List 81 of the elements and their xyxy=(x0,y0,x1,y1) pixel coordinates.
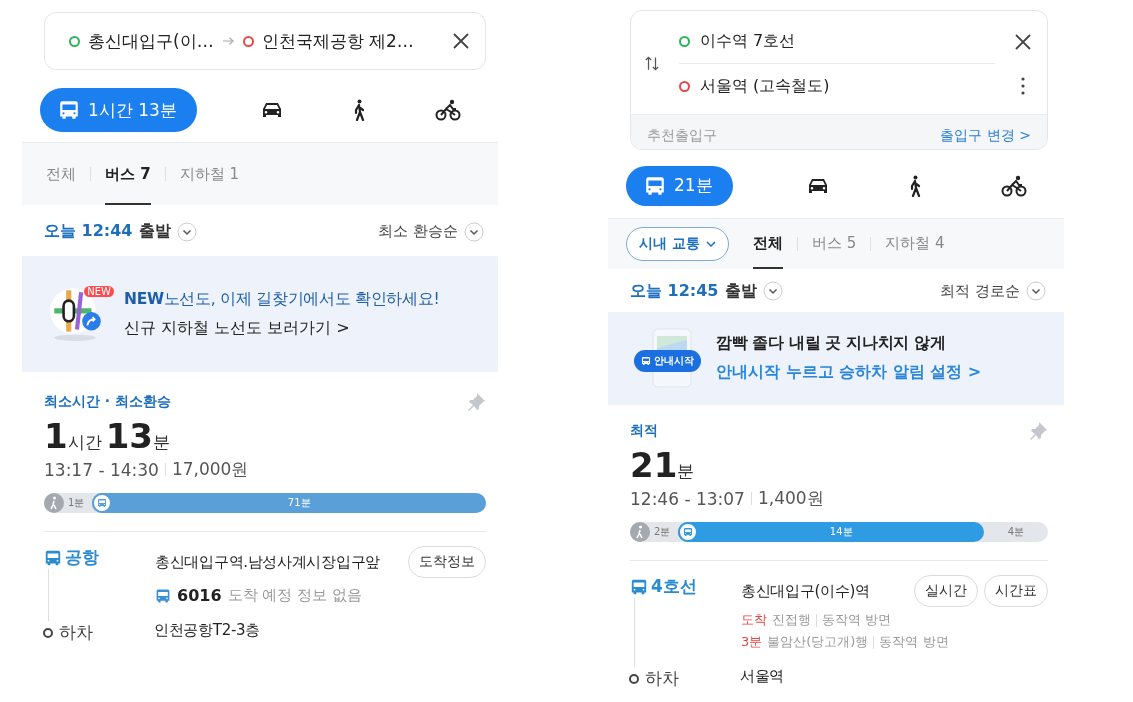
time-range: 12:46 - 13:07 xyxy=(630,488,745,509)
origin-text: 총신대입구(이… xyxy=(88,29,214,53)
route-tag: 최소시간 · 최소환승 xyxy=(44,393,172,411)
arrival-status: 도착 예정 정보 없음 xyxy=(227,586,362,605)
bus-icon xyxy=(683,527,694,537)
sort-option[interactable]: 최적 경로순 xyxy=(940,281,1020,301)
promo-banner[interactable]: 안내시작 깜빡 졸다 내릴 곳 지나치지 않게 안내시작 누르고 승하차 알림 설정 > xyxy=(608,311,1064,405)
destination-text[interactable]: 서울역 (고속철도) xyxy=(700,75,830,97)
cyclist-icon xyxy=(1000,174,1028,197)
segment-label: 14분 xyxy=(829,525,853,539)
transit-mode-tab[interactable]: 21분 xyxy=(626,165,733,206)
category-tab[interactable]: 지하철 4 xyxy=(885,218,945,269)
category-tab[interactable]: 지하철 1 xyxy=(179,143,239,205)
info-button[interactable]: 도착정보 xyxy=(408,546,486,578)
banner-title: 깜빡 졸다 내릴 곳 지나치지 않게 xyxy=(716,333,947,355)
bus-icon xyxy=(644,174,666,197)
arrival-eta: 도착 xyxy=(741,611,767,629)
swap-icon[interactable] xyxy=(645,55,659,72)
route-tag: 최적 xyxy=(630,422,658,440)
change-entrance-link[interactable]: 출입구 변경 > xyxy=(940,127,1031,145)
destination-text: 인천국제공항 제2… xyxy=(261,29,414,53)
departure-time[interactable]: 오늘 12:45 xyxy=(630,280,719,302)
alight-circle-icon xyxy=(43,627,53,638)
segment-label: 4분 xyxy=(1007,525,1025,539)
segment-label: 1분 xyxy=(68,496,85,510)
train-destination: 진접행 xyxy=(772,611,811,629)
banner-link[interactable]: 신규 지하철 노선도 보러가기 > xyxy=(124,318,440,339)
start-guide-badge: 안내시작 xyxy=(634,350,701,373)
train-direction: 동작역 방면 xyxy=(822,611,892,629)
arrow-right-icon xyxy=(221,36,235,46)
line-label: 공항 xyxy=(44,546,99,569)
stop-name[interactable]: 총신대입구역.남성사계시장입구앞 xyxy=(155,552,380,572)
train-direction: 동작역 방면 xyxy=(879,633,949,651)
alight-circle-icon xyxy=(629,673,639,684)
category-tab[interactable]: 전체 xyxy=(752,218,783,269)
info-button[interactable]: 실시간 xyxy=(914,575,978,607)
departure-time[interactable]: 오늘 12:44 xyxy=(44,221,133,242)
bus-icon xyxy=(630,577,648,596)
stop-name[interactable]: 총신대입구(이수)역 xyxy=(741,581,870,601)
segment-label: 2분 xyxy=(654,525,671,539)
fare: 1,400원 xyxy=(757,487,824,510)
fare: 17,000원 xyxy=(171,458,249,481)
time-range: 13:17 - 14:30 xyxy=(44,459,159,480)
origin-text[interactable]: 이수역 7호선 xyxy=(700,30,796,52)
sort-option[interactable]: 최소 환승순 xyxy=(378,222,458,241)
banner-title: NEW노선도, 이제 길찾기에서도 확인하세요! xyxy=(124,289,440,310)
close-icon[interactable] xyxy=(1013,31,1033,52)
arrival-eta: 3분 xyxy=(741,633,763,651)
cyclist-icon xyxy=(434,99,462,121)
pedestrian-icon xyxy=(44,493,64,513)
category-tab[interactable]: 버스 7 xyxy=(105,143,151,205)
segment-label: 71분 xyxy=(287,496,311,510)
transit-mode-tab[interactable]: 1시간 13분 xyxy=(40,88,197,132)
pedestrian-icon xyxy=(630,522,650,542)
departure-label: 출발 xyxy=(138,221,171,242)
route-search-card[interactable]: 총신대입구(이… 인천국제공항 제2… xyxy=(44,12,486,70)
origin-dot-icon xyxy=(69,35,80,47)
train-destination: 불암산(당고개)행 xyxy=(767,633,869,651)
total-duration: 1시간 13 분 xyxy=(44,416,171,456)
total-duration: 21분 xyxy=(630,445,696,485)
bus-icon xyxy=(97,498,108,508)
departure-label: 출발 xyxy=(724,280,757,302)
bus-icon xyxy=(641,356,651,367)
bus-icon xyxy=(58,99,80,121)
more-icon[interactable] xyxy=(1021,75,1025,96)
stop-name[interactable]: 인천공항T2-3층 xyxy=(154,621,486,640)
line-label: 4호선 xyxy=(630,575,697,598)
bus-icon xyxy=(155,587,171,604)
info-button[interactable]: 시간표 xyxy=(984,575,1048,607)
promo-banner[interactable]: NEW NEW노선도, 이제 길찾기에서도 확인하세요! 신규 지하철 노선도 보러가기 > xyxy=(22,256,498,372)
entrance-label: 추천출입구 xyxy=(647,127,717,145)
destination-dot-icon xyxy=(242,35,254,47)
bus-icon xyxy=(44,548,62,567)
destination-dot-icon xyxy=(679,80,690,92)
stop-name[interactable]: 서울역 xyxy=(740,667,1048,686)
bus-number: 6016 xyxy=(177,586,222,605)
new-badge: NEW xyxy=(84,286,114,297)
filter-dropdown[interactable]: 시내 교통 xyxy=(626,226,729,261)
chevron-down-icon xyxy=(705,240,716,247)
origin-dot-icon xyxy=(679,35,690,47)
close-icon[interactable] xyxy=(451,31,471,51)
